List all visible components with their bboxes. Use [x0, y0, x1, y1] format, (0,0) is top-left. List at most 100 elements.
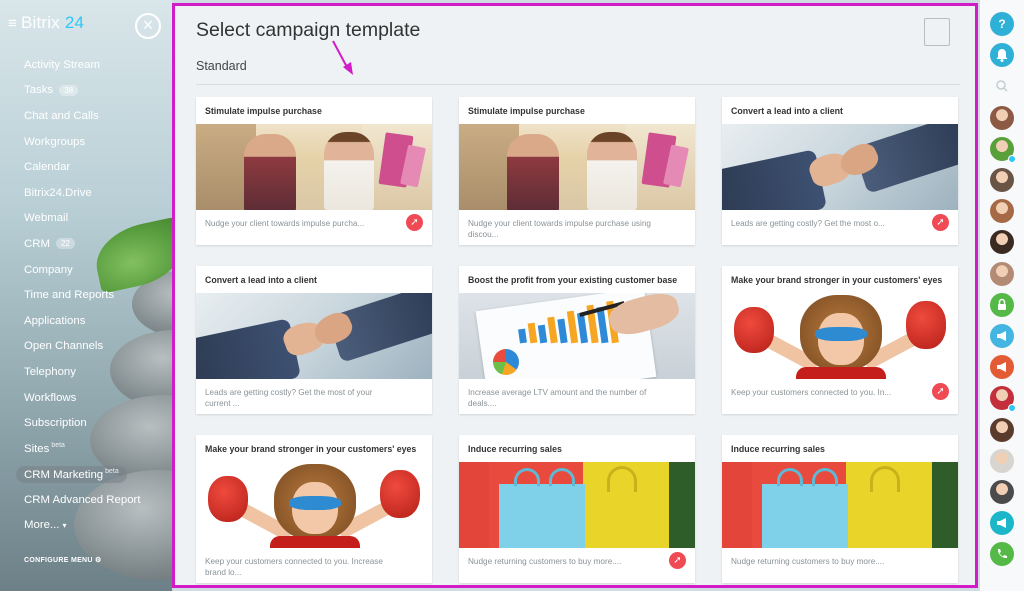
megaphone-chat-icon[interactable]: [990, 324, 1014, 348]
configure-menu-link[interactable]: CONFIGURE MENU ⚙: [24, 556, 102, 564]
sidebar-item-label: Webmail: [24, 212, 69, 225]
megaphone-chat-icon[interactable]: [990, 511, 1014, 536]
sidebar-item-webmail[interactable]: Webmail: [24, 206, 172, 232]
card-title: Convert a lead into a client: [731, 106, 843, 116]
sidebar-item-workflows[interactable]: Workflows: [24, 385, 172, 411]
bell-icon[interactable]: [990, 43, 1014, 68]
sidebar-item-time-and-reports[interactable]: Time and Reports: [24, 282, 172, 308]
sidebar-item-label: Chat and Calls: [24, 109, 99, 122]
sidebar-item-bitrix24-drive[interactable]: Bitrix24.Drive: [24, 180, 172, 206]
section-divider: [196, 84, 960, 85]
sidebar-item-calendar[interactable]: Calendar: [24, 154, 172, 180]
phone-icon[interactable]: [990, 542, 1014, 567]
sidebar-item-label: Time and Reports: [24, 289, 115, 302]
card-title: Boost the profit from your existing cust…: [468, 275, 678, 285]
sidebar-item-company[interactable]: Company: [24, 257, 172, 283]
sidebar-item-crm-marketing[interactable]: CRM Marketing beta: [16, 462, 172, 488]
user-avatar[interactable]: [990, 417, 1014, 442]
card-title: Convert a lead into a client: [205, 275, 317, 285]
rocket-icon[interactable]: ➚: [406, 214, 423, 231]
user-avatar[interactable]: [990, 386, 1016, 413]
user-avatar[interactable]: [990, 199, 1014, 224]
sidebar-item-label: Company: [24, 263, 73, 276]
sidebar-item-label: Activity Stream: [24, 58, 100, 71]
card-title: Stimulate impulse purchase: [205, 106, 322, 116]
panel-header-box[interactable]: [924, 18, 950, 46]
user-avatar[interactable]: [990, 261, 1014, 286]
sidebar-item-label: CRM: [24, 237, 50, 250]
left-sidebar: ≡ Bitrix 24 × Activity Stream Tasks 38 Chat …: [0, 0, 172, 591]
annotation-arrow-icon: [332, 40, 353, 75]
sidebar-item-tasks[interactable]: Tasks 38: [24, 78, 172, 104]
template-card[interactable]: Stimulate impulse purchase Nudge your cli…: [459, 97, 695, 245]
sidebar-item-label: More...: [24, 519, 60, 532]
sidebar-item-open-channels[interactable]: Open Channels: [24, 334, 172, 360]
sidebar-item-chat-and-calls[interactable]: Chat and Calls: [24, 103, 172, 129]
template-card[interactable]: Induce recurring sales Nudge returning cu…: [722, 435, 958, 583]
sidebar-item-label: CRM Marketing: [24, 468, 104, 481]
template-card[interactable]: Make your brand stronger in your custome…: [196, 435, 432, 583]
counter-badge: 38: [59, 84, 79, 96]
right-rail: ?: [980, 0, 1024, 591]
beta-badge: beta: [51, 442, 65, 450]
card-description: Keep your customers connected to you. In…: [205, 557, 383, 577]
template-card[interactable]: Make your brand stronger in your custome…: [722, 266, 958, 414]
card-description: Nudge returning customers to buy more...…: [468, 557, 622, 566]
rocket-icon[interactable]: ➚: [669, 552, 686, 569]
template-card[interactable]: Boost the profit from your existing cust…: [459, 266, 695, 414]
sidebar-item-crm[interactable]: CRM 22: [24, 231, 172, 257]
help-icon[interactable]: ?: [990, 12, 1014, 36]
card-description: Increase average LTV amount and the numb…: [468, 388, 647, 408]
card-description: Leads are getting costly? Get the most o…: [731, 219, 885, 228]
sidebar-item-applications[interactable]: Applications: [24, 308, 172, 334]
user-avatar[interactable]: [990, 480, 1014, 504]
sidebar-item-label: Workgroups: [24, 135, 86, 148]
lock-chat-icon[interactable]: [990, 292, 1014, 317]
search-icon[interactable]: [990, 74, 1014, 98]
card-image-superhero-kid: [196, 462, 432, 548]
sidebar-item-subscription[interactable]: Subscription: [24, 410, 172, 436]
section-title: Standard: [196, 59, 247, 73]
sidebar-item-label: Open Channels: [24, 340, 104, 353]
sidebar-item-label: Tasks: [24, 84, 54, 97]
template-card[interactable]: Convert a lead into a client Leads are ge…: [196, 266, 432, 414]
user-avatar[interactable]: [990, 105, 1014, 130]
sidebar-item-label: Subscription: [24, 417, 87, 430]
user-avatar[interactable]: [990, 230, 1014, 255]
beta-badge: beta: [105, 467, 119, 475]
rocket-icon[interactable]: ➚: [932, 383, 949, 400]
sidebar-item-sites[interactable]: Sites beta: [24, 436, 172, 462]
online-indicator: [1008, 404, 1016, 413]
template-card[interactable]: Convert a lead into a client Leads are ge…: [722, 97, 958, 245]
card-image-handshake: [722, 124, 958, 210]
sidebar-item-crm-advanced-report[interactable]: CRM Advanced Report: [24, 487, 172, 513]
card-title: Induce recurring sales: [468, 444, 562, 454]
user-avatar[interactable]: [990, 168, 1014, 192]
card-image-shopping-bags: [459, 462, 695, 548]
card-description: Keep your customers connected to you. In…: [731, 388, 892, 397]
card-image-chart-report: [459, 293, 695, 379]
sidebar-item-telephony[interactable]: Telephony: [24, 359, 172, 385]
card-description: Nudge returning customers to buy more...…: [731, 557, 885, 566]
megaphone-chat-icon[interactable]: [990, 355, 1014, 380]
sidebar-item-label: Sites: [24, 443, 50, 456]
close-slider-button[interactable]: ×: [135, 13, 161, 39]
gear-icon[interactable]: ⚙: [95, 557, 102, 564]
sidebar-item-label: CRM Advanced Report: [24, 493, 141, 506]
campaign-template-panel: Select campaign template Standard Stimul…: [172, 3, 978, 588]
page-title: Select campaign template: [196, 19, 421, 41]
online-indicator: [1008, 154, 1016, 163]
sidebar-item-workgroups[interactable]: Workgroups: [24, 129, 172, 155]
user-avatar[interactable]: [990, 136, 1016, 163]
user-avatar[interactable]: [990, 448, 1014, 473]
template-card[interactable]: Stimulate impulse purchase Nudge your cli…: [196, 97, 432, 245]
card-description: Nudge your client towards impulse purcha…: [468, 219, 651, 239]
sidebar-item-activity-stream[interactable]: Activity Stream: [24, 52, 172, 78]
sidebar-item-label: Bitrix24.Drive: [24, 186, 92, 199]
hamburger-icon[interactable]: ≡: [8, 15, 17, 32]
rocket-icon[interactable]: ➚: [932, 214, 949, 231]
template-card[interactable]: Induce recurring sales Nudge returning cu…: [459, 435, 695, 583]
app-logo[interactable]: ≡ Bitrix 24: [8, 13, 84, 33]
card-description: Leads are getting costly? Get the most o…: [205, 388, 373, 408]
sidebar-item-more[interactable]: More... ▾: [24, 513, 172, 539]
